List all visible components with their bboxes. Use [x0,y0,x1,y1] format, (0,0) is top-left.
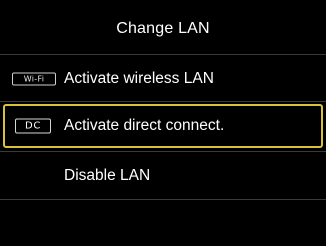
menu-item-label: Disable LAN [64,167,151,184]
menu-divider [0,151,326,152]
direct-connect-badge-icon: DC [15,118,51,134]
menu-item-label: Activate direct connect. [64,117,225,134]
printer-lcd-screen: Change LAN Wi-Fi Activate wireless LAN D… [0,0,326,246]
menu-item-disable-lan[interactable]: Disable LAN [0,154,326,198]
menu-item-label: Activate wireless LAN [64,70,214,87]
title-divider [0,54,326,55]
screen-title: Change LAN [116,20,210,37]
wifi-badge-icon: Wi-Fi [12,72,56,86]
menu-divider [0,101,326,102]
menu-divider [0,199,326,200]
menu-item-activate-wireless-lan[interactable]: Wi-Fi Activate wireless LAN [0,57,326,101]
menu-item-activate-direct-connect[interactable]: DC Activate direct connect. [3,104,323,148]
